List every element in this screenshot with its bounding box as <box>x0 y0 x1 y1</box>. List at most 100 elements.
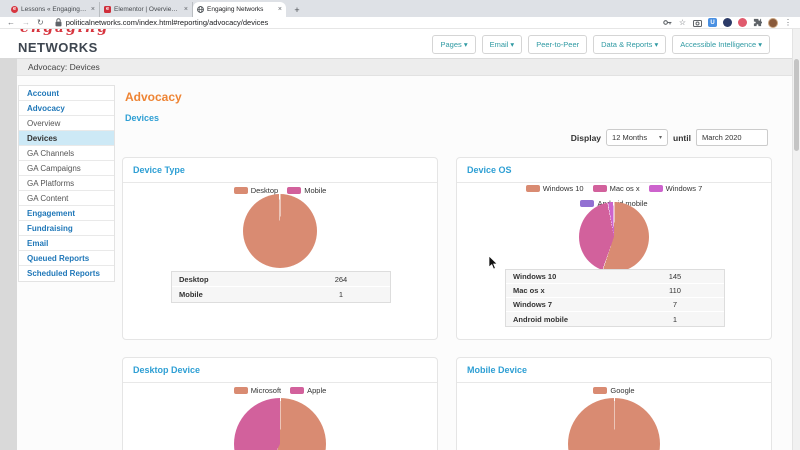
legend-swatch <box>234 187 248 194</box>
legend: Google <box>457 386 771 395</box>
sidebar-item-ga-content[interactable]: GA Content <box>19 191 114 206</box>
table-row: Desktop264 <box>172 272 390 287</box>
card-device-os: Device OS Windows 10 Mac os x Windows 7 … <box>456 157 772 340</box>
table-row: Mac os x110 <box>506 284 724 298</box>
sidebar-item-email[interactable]: Email <box>19 236 114 251</box>
page-scrollbar[interactable] <box>792 29 800 450</box>
back-button[interactable]: ← <box>7 18 15 28</box>
card-title: Mobile Device <box>467 365 527 375</box>
page-title: Advocacy <box>125 90 182 104</box>
legend-swatch <box>526 185 540 192</box>
legend-item-desktop[interactable]: Desktop <box>234 186 279 195</box>
profile-avatar[interactable] <box>768 18 778 28</box>
globe-favicon-icon <box>197 6 204 13</box>
tab-lessons[interactable]: e Lessons « Engaging Networks × <box>7 2 100 17</box>
mouse-cursor <box>488 255 499 276</box>
device-type-table: Desktop264 Mobile1 <box>171 271 391 303</box>
nav-pages-button[interactable]: Pages ▾ <box>432 35 475 54</box>
lock-icon <box>54 18 63 27</box>
sidebar-item-scheduled-reports[interactable]: Scheduled Reports <box>19 266 114 281</box>
tab-engaging-networks-active[interactable]: Engaging Networks × <box>193 2 286 17</box>
sidebar-item-account[interactable]: Account <box>19 86 114 101</box>
legend-swatch <box>593 387 607 394</box>
top-navigation: Pages ▾ Email ▾ Peer-to-Peer Data & Repo… <box>432 35 770 54</box>
legend-swatch <box>234 387 248 394</box>
legend-item-mac-os-x[interactable]: Mac os x <box>593 184 640 193</box>
url-text[interactable]: politicalnetworks.com/index.html#reporti… <box>66 18 269 27</box>
table-row: Mobile1 <box>172 287 390 302</box>
tab-close-icon[interactable]: × <box>184 6 188 13</box>
sidebar-item-overview[interactable]: Overview <box>19 116 114 131</box>
display-range-select[interactable]: 12 Months ▾ <box>606 129 668 146</box>
tab-close-icon[interactable]: × <box>278 6 282 13</box>
elementor-favicon-icon: e <box>104 6 111 13</box>
legend-swatch <box>593 185 607 192</box>
breadcrumb: Advocacy: Devices <box>17 58 792 76</box>
browser-address-bar: ← → ↻ politicalnetworks.com/index.html#r… <box>0 17 800 29</box>
mobile-device-pie-chart <box>568 398 660 450</box>
key-icon[interactable] <box>663 18 672 27</box>
card-mobile-device: Mobile Device Google <box>456 357 772 450</box>
tab-title: Engaging Networks <box>207 6 275 13</box>
legend-swatch <box>580 200 594 207</box>
nav-data-reports-button[interactable]: Data & Reports ▾ <box>593 35 666 54</box>
legend-swatch <box>649 185 663 192</box>
desktop-device-pie-chart <box>234 398 326 450</box>
bookmark-star-icon[interactable]: ☆ <box>678 18 687 27</box>
extensions-puzzle-icon[interactable] <box>753 18 762 27</box>
forward-button[interactable]: → <box>22 18 30 28</box>
device-os-table: Windows 10145 Mac os x110 Windows 77 And… <box>505 269 725 327</box>
table-row: Windows 77 <box>506 298 724 312</box>
sidebar-item-engagement[interactable]: Engagement <box>19 206 114 221</box>
card-title: Device Type <box>133 165 185 175</box>
sidebar-item-fundraising[interactable]: Fundraising <box>19 221 114 236</box>
device-type-pie-chart <box>243 194 317 268</box>
divider <box>457 182 771 183</box>
legend-item-mobile[interactable]: Mobile <box>287 186 326 195</box>
extension-red-icon[interactable] <box>738 18 747 27</box>
sidebar-item-queued-reports[interactable]: Queued Reports <box>19 251 114 266</box>
camera-extension-icon[interactable] <box>693 18 702 27</box>
left-gray-strip <box>0 58 17 450</box>
tab-elementor[interactable]: e Elementor | Overview Report × <box>100 2 193 17</box>
sidebar-item-ga-platforms[interactable]: GA Platforms <box>19 176 114 191</box>
page-subtitle: Devices <box>125 113 159 123</box>
legend-item-microsoft[interactable]: Microsoft <box>234 386 281 395</box>
card-title: Device OS <box>467 165 512 175</box>
tab-title: Elementor | Overview Report <box>114 6 181 13</box>
divider <box>123 182 437 183</box>
card-desktop-device: Desktop Device Microsoft Apple <box>122 357 438 450</box>
legend-swatch <box>287 187 301 194</box>
engaging-networks-logo[interactable]: engaging NETWORKS <box>18 29 113 58</box>
display-controls: Display 12 Months ▾ until <box>571 129 768 146</box>
nav-email-button[interactable]: Email ▾ <box>482 35 523 54</box>
browser-menu-icon[interactable]: ⋮ <box>784 18 792 27</box>
until-date-input[interactable] <box>696 129 768 146</box>
legend-item-windows-7[interactable]: Windows 7 <box>649 184 703 193</box>
legend-item-google[interactable]: Google <box>593 386 634 395</box>
extension-u-icon[interactable]: U <box>708 18 717 27</box>
scrollbar-thumb[interactable] <box>794 59 799 151</box>
url-zone[interactable]: politicalnetworks.com/index.html#reporti… <box>54 18 663 27</box>
nav-peer-to-peer-button[interactable]: Peer-to-Peer <box>528 35 587 54</box>
extension-navy-icon[interactable] <box>723 18 732 27</box>
engaging-networks-favicon-icon: e <box>11 6 18 13</box>
sidebar-item-advocacy[interactable]: Advocacy <box>19 101 114 116</box>
sidebar-item-ga-campaigns[interactable]: GA Campaigns <box>19 161 114 176</box>
sidebar-item-ga-channels[interactable]: GA Channels <box>19 146 114 161</box>
tab-title: Lessons « Engaging Networks <box>21 6 88 13</box>
address-bar-icons: ☆ U ⋮ <box>663 18 792 28</box>
legend-item-windows-10[interactable]: Windows 10 <box>526 184 584 193</box>
reload-button[interactable]: ↻ <box>37 18 44 28</box>
legend-item-apple[interactable]: Apple <box>290 386 326 395</box>
chevron-down-icon: ▾ <box>659 134 662 141</box>
new-tab-button[interactable]: + <box>291 4 303 16</box>
browser-tab-strip: e Lessons « Engaging Networks × e Elemen… <box>0 0 800 17</box>
nav-accessible-intelligence-button[interactable]: Accessible Intelligence ▾ <box>672 35 770 54</box>
tab-close-icon[interactable]: × <box>91 6 95 13</box>
sidebar-item-devices[interactable]: Devices <box>19 131 114 146</box>
divider <box>123 382 437 383</box>
until-label: until <box>673 133 691 143</box>
legend: Microsoft Apple <box>123 386 437 395</box>
app-header: engaging NETWORKS Pages ▾ Email ▾ Peer-t… <box>0 29 800 58</box>
